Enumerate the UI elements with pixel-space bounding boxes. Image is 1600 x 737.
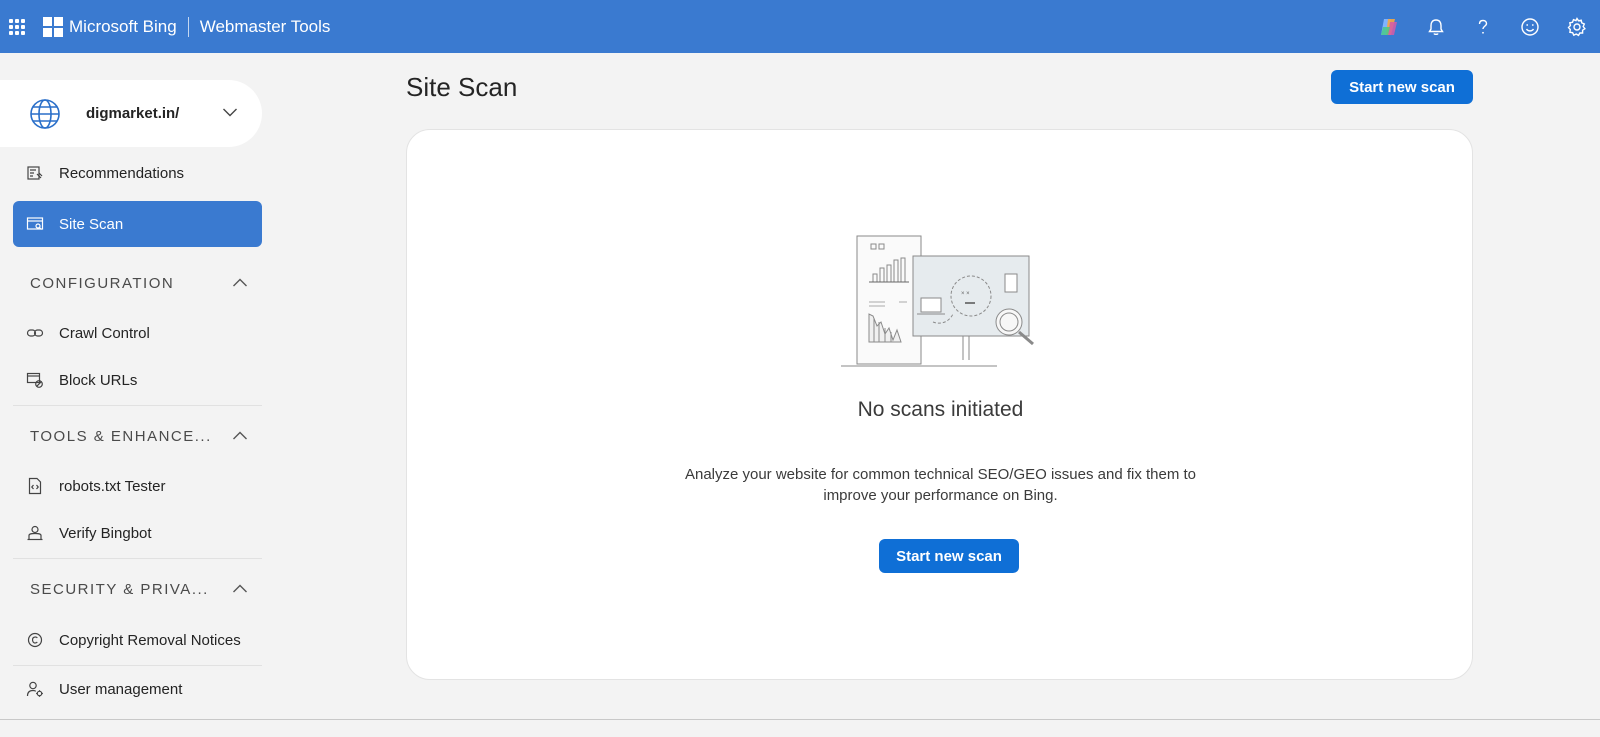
- feedback-smiley-icon[interactable]: [1506, 0, 1553, 53]
- bot-icon: [24, 522, 46, 544]
- chevron-up-icon[interactable]: [232, 428, 248, 444]
- brand-divider: [187, 16, 189, 37]
- site-scan-icon: [24, 213, 46, 235]
- bottom-border: [0, 719, 1600, 720]
- section-tools-enhancements[interactable]: TOOLS & ENHANCE...: [30, 424, 250, 448]
- sidebar-item-site-scan[interactable]: Site Scan: [13, 201, 262, 247]
- sidebar-item-recommendations[interactable]: Recommendations: [13, 153, 262, 193]
- start-new-scan-button[interactable]: Start new scan: [1331, 70, 1473, 104]
- chevron-up-icon[interactable]: [232, 275, 248, 291]
- empty-state-title: No scans initiated: [857, 398, 1024, 421]
- sidebar-item-user-management[interactable]: User management: [13, 669, 262, 709]
- section-title: TOOLS & ENHANCE...: [30, 427, 212, 445]
- sidebar: digmarket.in/ Recommendations Site Scan: [0, 53, 276, 737]
- product-name[interactable]: Webmaster Tools: [200, 17, 331, 37]
- user-settings-icon: [24, 678, 46, 700]
- top-bar: Microsoft Bing Webmaster Tools: [0, 0, 1600, 53]
- chevron-down-icon[interactable]: [222, 104, 238, 120]
- sidebar-item-robots-tester[interactable]: robots.txt Tester: [13, 466, 262, 506]
- sidebar-item-label: User management: [59, 680, 183, 698]
- sidebar-divider: [13, 558, 262, 559]
- section-title: SECURITY & PRIVA...: [30, 580, 209, 598]
- section-configuration[interactable]: CONFIGURATION: [30, 271, 250, 295]
- copilot-icon[interactable]: [1365, 0, 1412, 53]
- header-actions: [1365, 0, 1600, 53]
- start-new-scan-button-center[interactable]: Start new scan: [879, 539, 1019, 573]
- bell-icon[interactable]: [1412, 0, 1459, 53]
- recommendations-icon: [24, 162, 46, 184]
- microsoft-logo-icon: [43, 16, 63, 37]
- sidebar-divider: [13, 405, 262, 406]
- sidebar-item-label: robots.txt Tester: [59, 477, 166, 495]
- empty-state-card: × × No scans initiated Analyze your webs…: [406, 129, 1473, 680]
- link-icon: [24, 322, 46, 344]
- sidebar-item-label: Block URLs: [59, 371, 138, 389]
- site-url: digmarket.in/: [86, 105, 180, 122]
- brand-name[interactable]: Microsoft Bing: [69, 17, 177, 37]
- site-selector[interactable]: digmarket.in/: [0, 80, 262, 147]
- section-security-privacy[interactable]: SECURITY & PRIVA...: [30, 577, 250, 601]
- sidebar-item-copyright-removal[interactable]: Copyright Removal Notices: [13, 620, 262, 660]
- page-title: Site Scan: [406, 72, 518, 102]
- copyright-icon: [24, 629, 46, 651]
- section-title: CONFIGURATION: [30, 274, 175, 292]
- sidebar-item-label: Recommendations: [59, 164, 185, 182]
- sidebar-item-crawl-control[interactable]: Crawl Control: [13, 313, 262, 353]
- chevron-up-icon[interactable]: [232, 581, 248, 597]
- sidebar-item-label: Crawl Control: [59, 324, 150, 342]
- help-icon[interactable]: [1459, 0, 1506, 53]
- svg-text:× ×: × ×: [961, 291, 970, 297]
- sidebar-item-block-urls[interactable]: Block URLs: [13, 360, 262, 400]
- sidebar-item-label: Site Scan: [59, 215, 124, 233]
- globe-icon: [30, 98, 60, 129]
- sidebar-item-verify-bingbot[interactable]: Verify Bingbot: [13, 513, 262, 553]
- site-scan-illustration: × ×: [841, 235, 1034, 367]
- sidebar-item-label: Copyright Removal Notices: [59, 631, 241, 649]
- sidebar-item-label: Verify Bingbot: [59, 524, 152, 542]
- code-file-icon: [24, 475, 46, 497]
- empty-state-description: Analyze your website for common technica…: [684, 466, 1197, 504]
- waffle-icon[interactable]: [0, 0, 34, 53]
- block-urls-icon: [24, 369, 46, 391]
- sidebar-divider: [13, 665, 262, 666]
- gear-icon[interactable]: [1553, 0, 1600, 53]
